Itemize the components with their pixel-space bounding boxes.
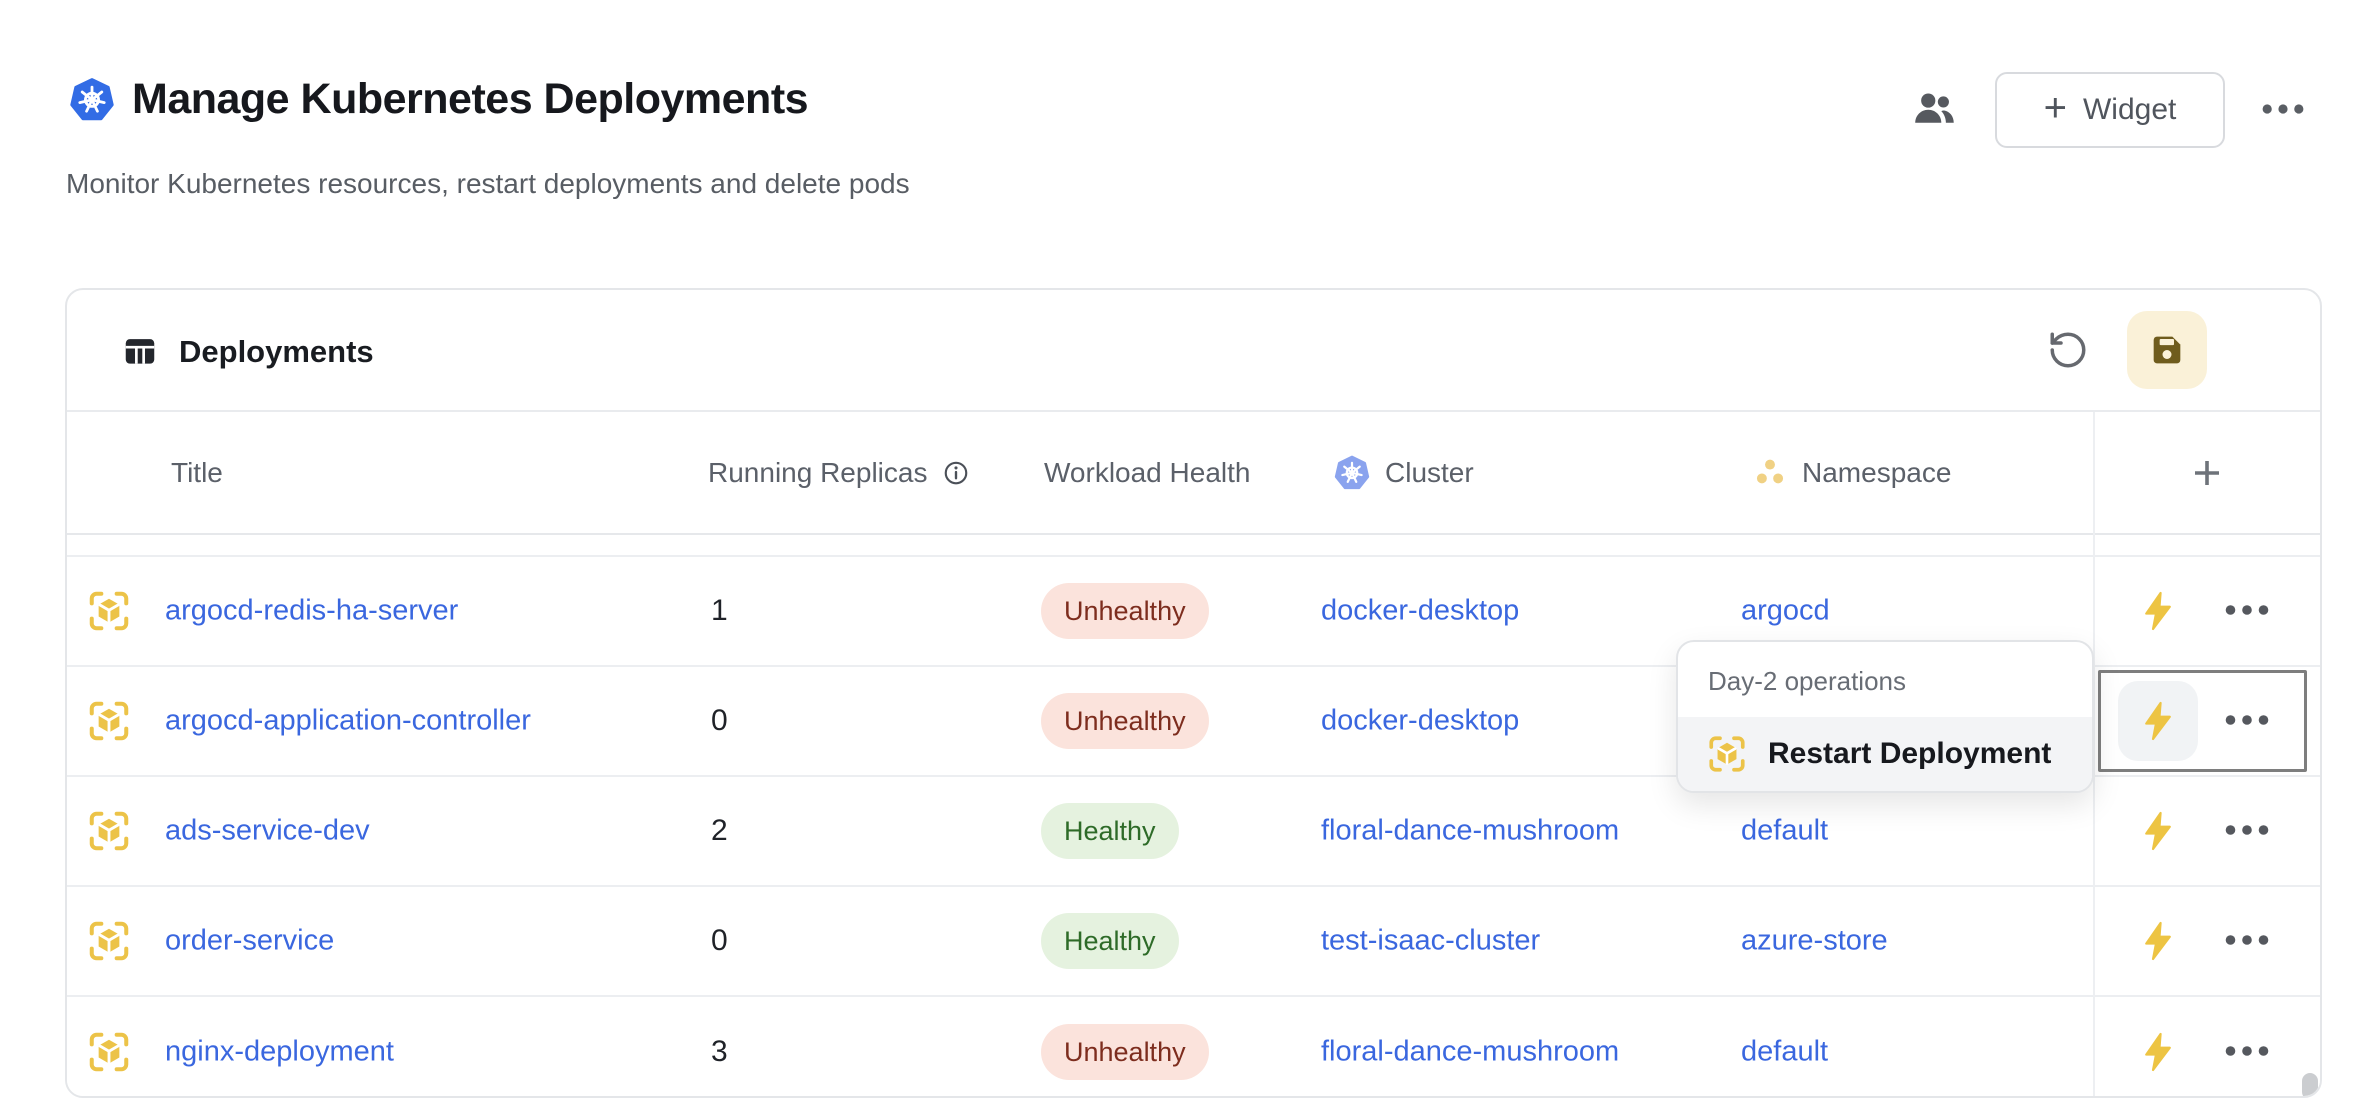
day2-operations-button[interactable] — [2136, 697, 2180, 745]
table-row: nginx-deployment 3 Unhealthy floral-danc… — [67, 997, 2320, 1098]
namespace-link[interactable]: argocd — [1741, 595, 1830, 628]
save-icon — [2147, 330, 2187, 370]
workload-health-badge: Healthy — [1041, 803, 1179, 859]
replicas-value: 3 — [711, 1035, 728, 1069]
deployment-icon — [86, 808, 132, 854]
table-header-row: Title Running Replicas Workload Health C… — [67, 412, 2320, 535]
column-header-title: Title — [171, 412, 223, 533]
cluster-link[interactable]: docker-desktop — [1321, 705, 1519, 738]
save-button[interactable] — [2127, 311, 2207, 389]
table-row: ads-service-dev 2 Healthy floral-dance-m… — [67, 777, 2320, 887]
replicas-value: 0 — [711, 924, 728, 958]
column-header-replicas: Running Replicas — [708, 412, 971, 533]
column-header-health-label: Workload Health — [1044, 457, 1250, 489]
workload-health-badge: Unhealthy — [1041, 693, 1209, 749]
ellipsis-icon — [2223, 601, 2271, 619]
add-column-button[interactable] — [2093, 412, 2320, 533]
lightning-icon — [2136, 807, 2180, 855]
lightning-icon — [2136, 1028, 2180, 1076]
workload-health-badge: Unhealthy — [1041, 1024, 1209, 1080]
ellipsis-icon — [2223, 821, 2271, 839]
lightning-icon — [2136, 917, 2180, 965]
users-icon[interactable] — [1908, 86, 1960, 134]
page: Manage Kubernetes Deployments + Widget M… — [0, 0, 2354, 1106]
deployment-icon — [86, 918, 132, 964]
column-header-namespace-label: Namespace — [1802, 457, 1951, 489]
cluster-link[interactable]: floral-dance-mushroom — [1321, 1036, 1619, 1069]
add-widget-button[interactable]: + Widget — [1995, 72, 2225, 148]
deployment-icon — [86, 698, 132, 744]
lightning-icon — [2136, 697, 2180, 745]
row-more-menu-button[interactable] — [2221, 1032, 2273, 1072]
replicas-value: 1 — [711, 594, 728, 628]
ellipsis-icon — [2223, 711, 2271, 729]
widget-title: Deployments — [179, 334, 374, 370]
day2-operations-button[interactable] — [2136, 917, 2180, 965]
workload-health-badge: Healthy — [1041, 913, 1179, 969]
undo-button[interactable] — [2045, 328, 2091, 374]
deployment-title-link[interactable]: ads-service-dev — [165, 815, 370, 848]
scrolled-row-sliver — [67, 535, 2320, 557]
deployment-icon — [1706, 733, 1748, 775]
column-header-cluster-label: Cluster — [1385, 457, 1474, 489]
row-more-menu-button[interactable] — [2221, 701, 2273, 741]
undo-icon — [2047, 329, 2089, 371]
cluster-link[interactable]: floral-dance-mushroom — [1321, 815, 1619, 848]
row-more-menu-button[interactable] — [2221, 591, 2273, 631]
column-header-health: Workload Health — [1044, 412, 1250, 533]
day2-operations-button[interactable] — [2136, 587, 2180, 635]
lightning-icon — [2136, 587, 2180, 635]
day2-operations-button[interactable] — [2136, 807, 2180, 855]
add-widget-label: Widget — [2083, 93, 2176, 127]
widget-header: Deployments — [67, 290, 2320, 412]
namespace-icon — [1752, 455, 1788, 491]
page-more-menu-button[interactable] — [2252, 88, 2314, 132]
page-title: Manage Kubernetes Deployments — [132, 70, 808, 128]
cluster-link[interactable]: docker-desktop — [1321, 595, 1519, 628]
row-more-menu-button[interactable] — [2221, 811, 2273, 851]
deployment-title-link[interactable]: nginx-deployment — [165, 1036, 394, 1069]
menu-item-label: Restart Deployment — [1768, 737, 2051, 771]
page-subtitle: Monitor Kubernetes resources, restart de… — [66, 168, 910, 200]
deployment-title-link[interactable]: order-service — [165, 925, 334, 958]
column-header-title-label: Title — [171, 457, 223, 489]
replicas-value: 2 — [711, 814, 728, 848]
plus-icon: + — [2044, 88, 2067, 128]
deployment-icon — [86, 588, 132, 634]
vertical-scrollbar-thumb[interactable] — [2302, 1073, 2318, 1098]
column-header-namespace: Namespace — [1752, 412, 1951, 533]
ellipsis-icon — [2260, 100, 2306, 118]
deployment-title-link[interactable]: argocd-application-controller — [165, 705, 531, 738]
day2-operations-button[interactable] — [2136, 1028, 2180, 1076]
table-icon — [121, 332, 159, 370]
day2-operations-menu: Day-2 operations Restart Deployment — [1676, 640, 2094, 793]
column-header-cluster: Cluster — [1333, 412, 1474, 533]
workload-health-badge: Unhealthy — [1041, 583, 1209, 639]
namespace-link[interactable]: default — [1741, 815, 1828, 848]
kubernetes-logo-icon — [68, 76, 116, 124]
menu-item-restart-deployment[interactable]: Restart Deployment — [1678, 717, 2092, 791]
plus-icon — [2189, 455, 2225, 491]
namespace-link[interactable]: azure-store — [1741, 925, 1888, 958]
ellipsis-icon — [2223, 1042, 2271, 1060]
cluster-link[interactable]: test-isaac-cluster — [1321, 925, 1540, 958]
row-more-menu-button[interactable] — [2221, 921, 2273, 961]
menu-section-label: Day-2 operations — [1708, 666, 1906, 697]
deployment-title-link[interactable]: argocd-redis-ha-server — [165, 595, 458, 628]
kubernetes-cluster-icon — [1333, 454, 1371, 492]
replicas-value: 0 — [711, 704, 728, 738]
info-icon[interactable] — [941, 458, 971, 488]
namespace-link[interactable]: default — [1741, 1036, 1828, 1069]
table-row: order-service 0 Healthy test-isaac-clust… — [67, 887, 2320, 997]
deployment-icon — [86, 1029, 132, 1075]
ellipsis-icon — [2223, 931, 2271, 949]
column-header-replicas-label: Running Replicas — [708, 457, 927, 489]
